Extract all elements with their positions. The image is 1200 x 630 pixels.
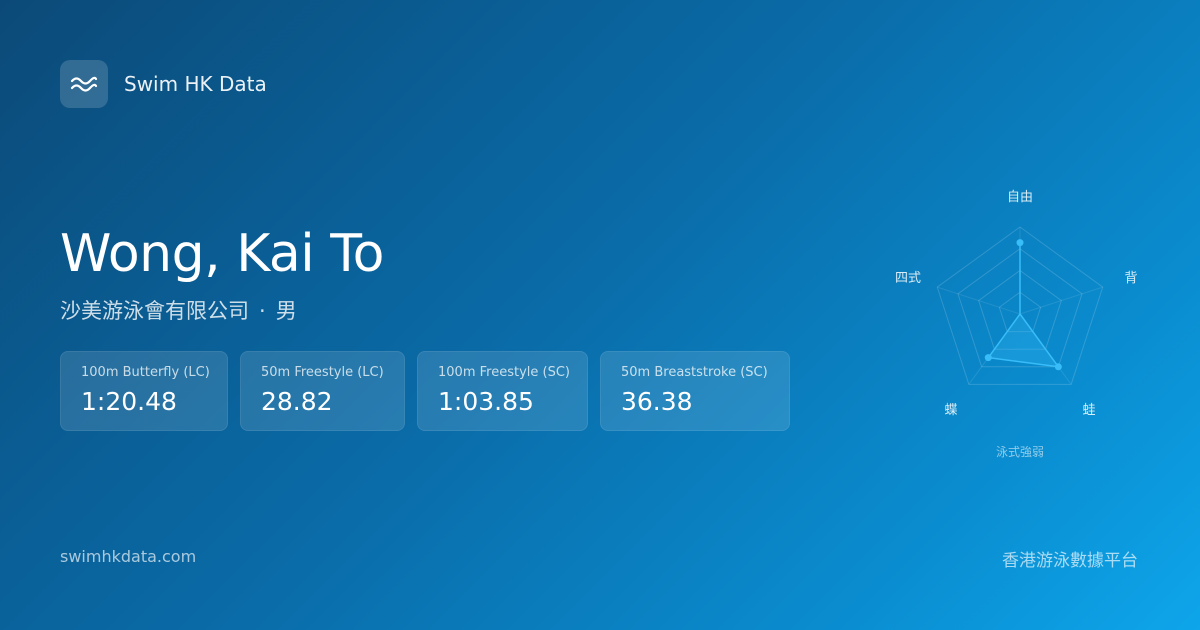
best-time-card: 100m Freestyle (SC) 1:03.85 xyxy=(417,351,588,431)
swimmer-subtitle: 沙美游泳會有限公司 · 男 xyxy=(60,296,297,326)
radar-chart-title: 泳式強弱 xyxy=(996,445,1044,459)
event-label: 50m Freestyle (LC) xyxy=(261,365,384,380)
radar-data-point xyxy=(1054,363,1062,371)
best-times: 100m Butterfly (LC) 1:20.48 50m Freestyl… xyxy=(60,351,790,431)
brand[interactable]: Swim HK Data xyxy=(60,60,267,108)
event-label: 100m Butterfly (LC) xyxy=(81,365,210,380)
event-time: 36.38 xyxy=(621,387,693,416)
axis-label-medley: 四式 xyxy=(895,271,921,286)
wave-icon xyxy=(70,76,98,92)
axis-label-breaststroke: 蛙 xyxy=(1082,403,1095,418)
gender: 男 xyxy=(275,299,297,323)
event-time: 28.82 xyxy=(261,387,333,416)
best-time-card: 50m Freestyle (LC) 28.82 xyxy=(240,351,405,431)
separator: · xyxy=(259,299,266,323)
best-time-card: 50m Breaststroke (SC) 36.38 xyxy=(600,351,790,431)
radar-data-point xyxy=(984,354,992,362)
radar-data-point xyxy=(1016,239,1024,247)
event-label: 100m Freestyle (SC) xyxy=(438,365,570,380)
radar-axis-labels: 自由 背 蛙 蝶 四式 xyxy=(895,190,1138,418)
footer-tagline: 香港游泳數據平台 xyxy=(1002,551,1138,571)
axis-label-butterfly: 蝶 xyxy=(944,403,957,418)
club-name: 沙美游泳會有限公司 xyxy=(60,299,249,323)
event-label: 50m Breaststroke (SC) xyxy=(621,365,768,380)
radar-spoke xyxy=(937,286,1021,315)
radar-spoke xyxy=(1019,286,1103,315)
axis-label-freestyle: 自由 xyxy=(1007,190,1033,205)
event-time: 1:03.85 xyxy=(438,387,534,416)
brand-logo xyxy=(60,60,108,108)
axis-label-backstroke: 背 xyxy=(1124,271,1137,286)
website-link[interactable]: swimhkdata.com xyxy=(60,547,196,566)
event-time: 1:20.48 xyxy=(81,387,177,416)
stroke-radar-chart: 自由 背 蛙 蝶 四式 泳式強弱 xyxy=(895,190,1138,459)
swimmer-name: Wong, Kai To xyxy=(60,224,384,284)
best-time-card: 100m Butterfly (LC) 1:20.48 xyxy=(60,351,228,431)
brand-name: Swim HK Data xyxy=(124,72,267,96)
